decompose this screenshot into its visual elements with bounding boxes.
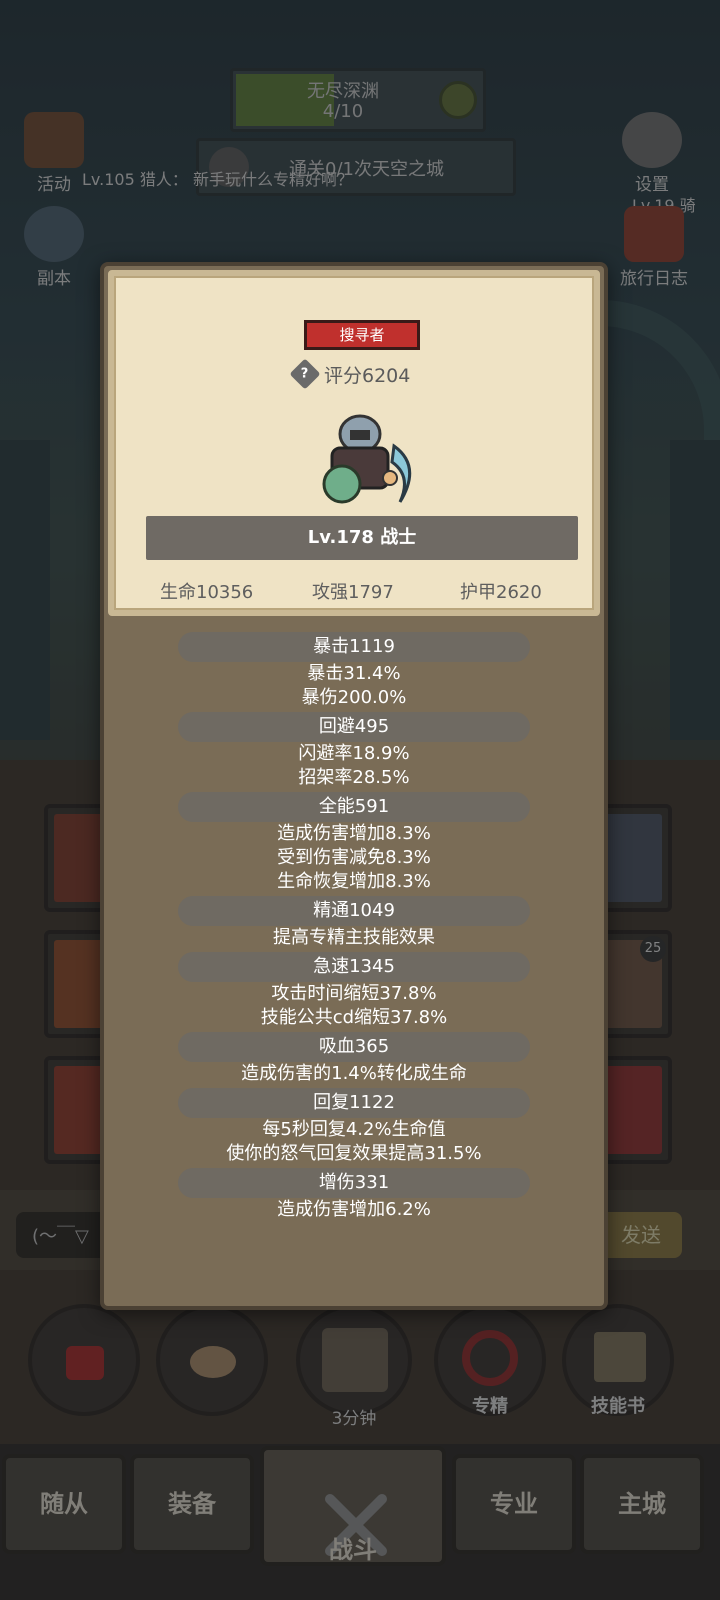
score-row: ? 评分6204 <box>289 358 411 390</box>
attribute-detail: 每5秒回复4.2%生命值 <box>262 1119 446 1140</box>
attribute-header: 增伤331 <box>178 1168 530 1198</box>
help-icon[interactable]: ? <box>289 358 321 390</box>
stat-hp: 生命10356 <box>160 582 254 603</box>
attribute-group: 全能591 造成伤害增加8.3% 受到伤害减免8.3% 生命恢复增加8.3% <box>104 792 604 894</box>
stat-armor: 护甲2620 <box>460 582 542 603</box>
attribute-detail: 提高专精主技能效果 <box>273 927 435 948</box>
attribute-group: 回复1122 每5秒回复4.2%生命值使你的怒气回复效果提高31.5% <box>104 1088 604 1166</box>
attribute-detail: 使你的怒气回复效果提高31.5% <box>226 1143 482 1164</box>
attribute-header: 暴击1119 <box>178 632 530 662</box>
attribute-list: 暴击1119 暴击31.4% 暴伤200.0% 回避495 闪避率18.9% 招架率28.… <box>104 632 604 1224</box>
character-card: 搜寻者 ? 评分6204 Lv.178 战士 生命10356 攻强1797 护甲… <box>108 270 600 616</box>
attribute-group: 暴击1119 暴击31.4% 暴伤200.0% <box>104 632 604 710</box>
attribute-detail: 造成伤害增加6.2% <box>277 1199 431 1220</box>
attribute-detail: 暴伤200.0% <box>301 687 407 708</box>
attribute-group: 回避495 闪避率18.9% 招架率28.5% <box>104 712 604 790</box>
warrior-portrait <box>304 406 424 516</box>
attribute-header: 急速1345 <box>178 952 530 982</box>
attribute-header: 回复1122 <box>178 1088 530 1118</box>
attribute-detail: 造成伤害增加8.3% <box>277 823 431 844</box>
attribute-group: 急速1345 攻击时间缩短37.8% 技能公共cd缩短37.8% <box>104 952 604 1030</box>
attribute-detail: 招架率28.5% <box>298 767 410 788</box>
attribute-detail: 造成伤害的1.4%转化成生命 <box>241 1063 467 1084</box>
attribute-detail: 技能公共cd缩短37.8% <box>260 1007 448 1028</box>
attribute-header: 精通1049 <box>178 896 530 926</box>
role-badge: 搜寻者 <box>304 320 420 350</box>
score-text: 评分6204 <box>324 364 411 387</box>
attribute-group: 吸血365 造成伤害的1.4%转化成生命 <box>104 1032 604 1086</box>
attribute-header: 全能591 <box>178 792 530 822</box>
attribute-detail: 闪避率18.9% <box>298 743 410 764</box>
character-stats-modal: 搜寻者 ? 评分6204 Lv.178 战士 生命10356 攻强1797 护甲… <box>100 262 608 1310</box>
attribute-group: 精通1049 提高专精主技能效果 <box>104 896 604 950</box>
attribute-detail: 攻击时间缩短37.8% <box>271 983 437 1004</box>
attribute-header: 回避495 <box>178 712 530 742</box>
attribute-detail: 暴击31.4% <box>307 663 401 684</box>
attribute-detail: 受到伤害减免8.3% <box>277 847 431 868</box>
level-class-banner: Lv.178 战士 <box>146 516 578 560</box>
attribute-group: 增伤331 造成伤害增加6.2% <box>104 1168 604 1222</box>
attribute-detail: 生命恢复增加8.3% <box>277 871 431 892</box>
stat-attack-power: 攻强1797 <box>312 582 394 603</box>
attribute-header: 吸血365 <box>178 1032 530 1062</box>
